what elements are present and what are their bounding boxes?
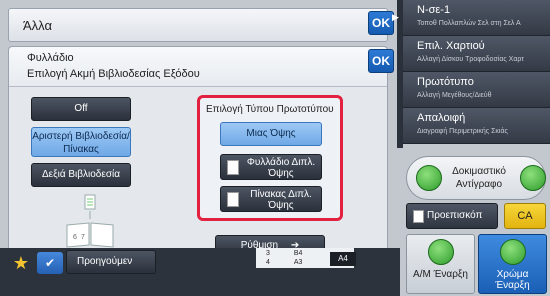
dialog-title: Φυλλάδιο xyxy=(27,52,74,64)
tablet-duplex-button[interactable]: Πίνακας Διπλ. Όψης xyxy=(220,186,322,212)
check-icon[interactable]: ✔ xyxy=(37,252,63,274)
color-start-label: Χρώμα Έναρξη xyxy=(495,269,530,291)
document-icon xyxy=(227,192,239,207)
sidebar-item-label: Επιλ. Χαρτιού xyxy=(417,40,485,52)
start-diamond-icon xyxy=(520,165,546,191)
binding-right-button[interactable]: Δεξιά Βιβλιοδεσία xyxy=(31,163,131,187)
sidebar-item-sublabel: Τοποθ Πολλαπλών Σελ στη Σελ Α xyxy=(417,20,521,27)
preview-label: Προεπισκόπ xyxy=(427,210,483,221)
test-copy-label: Δοκιμαστικό Αντίγραφο xyxy=(452,166,506,190)
tray-row: 4 A3 xyxy=(266,258,302,267)
screen: Άλλα OK Φυλλάδιο Επιλογή Ακμή Βιβλιοδεσί… xyxy=(0,0,550,296)
page-title-bar: Άλλα xyxy=(8,8,388,42)
bw-start-button[interactable]: Α/Μ Έναρξη xyxy=(406,234,475,294)
sidebar-item-label: Απαλοιφή xyxy=(417,112,466,124)
test-copy-button[interactable]: Δοκιμαστικό Αντίγραφο xyxy=(406,156,546,200)
dialog-subtitle: Επιλογή Ακμή Βιβλιοδεσίας Εξόδου xyxy=(27,68,200,80)
star-icon[interactable]: ★ xyxy=(8,252,34,274)
booklet-illustration-icon: 6 7 xyxy=(66,194,114,248)
booklet-dialog: Φυλλάδιο Επιλογή Ακμή Βιβλιοδεσίας Εξόδο… xyxy=(8,46,388,278)
sidebar-item-sublabel: Αλλαγή Δίσκου Τροφοδοσίας Χαρτ xyxy=(417,56,525,63)
original-type-section: Επιλογή Τύπου Πρωτοτύπου Μιας Όψης Φυλλά… xyxy=(197,95,343,221)
color-start-button[interactable]: Χρώμα Έναρξη xyxy=(478,234,547,294)
tray-size: B4 xyxy=(293,250,303,257)
tray-size: A3 xyxy=(293,259,303,266)
sidebar-item-sublabel: Αλλαγή Μεγέθους/Διεύθ xyxy=(417,92,492,99)
start-diamond-icon xyxy=(428,239,454,265)
clear-all-button[interactable]: CA xyxy=(504,203,546,229)
original-type-title: Επιλογή Τύπου Πρωτοτύπου xyxy=(206,104,334,115)
bw-start-label: Α/Μ Έναρξη xyxy=(413,269,468,280)
document-icon xyxy=(413,210,424,223)
svg-text:6: 6 xyxy=(73,234,77,241)
single-sided-button[interactable]: Μιας Όψης xyxy=(220,122,322,146)
tray-row: 3 B4 xyxy=(266,249,302,258)
booklet-duplex-label: Φυλλάδιο Διπλ. Όψης xyxy=(246,157,316,179)
sidebar-item-n-up[interactable]: N-σε-1 Τοποθ Πολλαπλών Σελ στη Σελ Α xyxy=(403,0,550,36)
ok-button-dialog[interactable]: OK xyxy=(368,49,394,73)
play-arrow-icon[interactable]: ▶ xyxy=(392,12,402,24)
sidebar-item-sublabel: Διαγραφή Περιμετρικής Σκιάς xyxy=(417,128,508,135)
sidebar-item-paper-select[interactable]: Επιλ. Χαρτιού Αλλαγή Δίσκου Τροφοδοσίας … xyxy=(403,36,550,72)
sidebar-item-erase[interactable]: Απαλοιφή Διαγραφή Περιμετρικής Σκιάς xyxy=(403,108,550,144)
document-icon xyxy=(227,160,239,175)
current-paper-size: A4 xyxy=(330,252,356,266)
preview-button[interactable]: Προεπισκόπ xyxy=(406,203,498,229)
start-diamond-icon xyxy=(500,239,526,265)
start-diamond-icon xyxy=(416,165,442,191)
tray-number: 4 xyxy=(266,259,270,266)
sidebar-item-label: Πρωτότυπο xyxy=(417,76,474,88)
svg-text:7: 7 xyxy=(81,234,85,241)
ok-button-top[interactable]: OK xyxy=(368,11,394,35)
tablet-duplex-label: Πίνακας Διπλ. Όψης xyxy=(250,189,312,211)
page-title: Άλλα xyxy=(23,18,52,33)
binding-off-button[interactable]: Off xyxy=(31,97,131,121)
previous-button[interactable]: Προηγούμεν xyxy=(66,250,156,274)
sidebar-item-original[interactable]: Πρωτότυπο Αλλαγή Μεγέθους/Διεύθ xyxy=(403,72,550,108)
tray-number: 3 xyxy=(266,250,270,257)
sidebar-item-label: N-σε-1 xyxy=(417,4,451,16)
dialog-header: Φυλλάδιο Επιλογή Ακμή Βιβλιοδεσίας Εξόδο… xyxy=(9,47,387,87)
booklet-duplex-button[interactable]: Φυλλάδιο Διπλ. Όψης xyxy=(220,154,322,180)
binding-left-button[interactable]: Αριστερή Βιβλιοδεσία/ Πίνακας xyxy=(31,127,131,157)
